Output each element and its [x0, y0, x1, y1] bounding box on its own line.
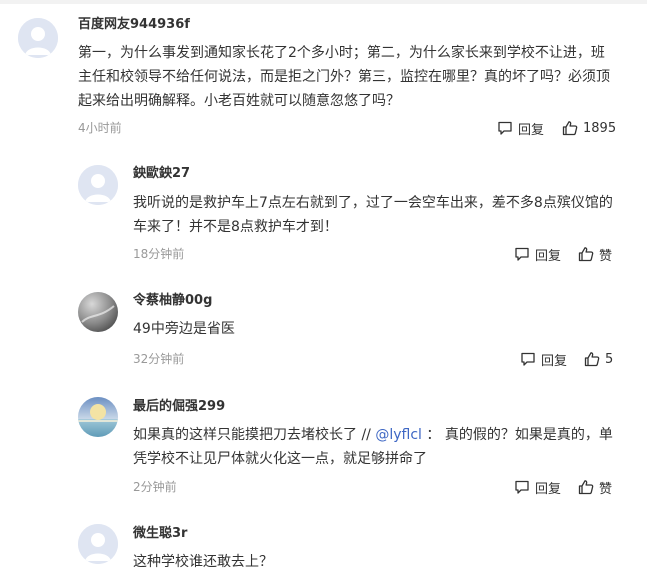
top-divider: [0, 0, 647, 4]
avatar[interactable]: [78, 165, 118, 205]
avatar[interactable]: [18, 18, 58, 58]
like-count: 1895: [583, 120, 617, 136]
comment-text: 49中旁边是省医: [133, 321, 235, 337]
reply-button[interactable]: 回复: [514, 244, 561, 264]
username[interactable]: 鉠歐鉠27: [133, 165, 190, 183]
thumbs-up-icon: [584, 351, 600, 367]
like-label: 赞: [599, 481, 613, 497]
thumbs-up-icon: [562, 120, 578, 136]
reply-button[interactable]: 回复: [520, 349, 567, 369]
like-button[interactable]: 赞: [578, 244, 612, 264]
avatar[interactable]: [78, 524, 118, 564]
comment-bubble-icon: [520, 351, 536, 367]
comment-time: 18分钟前: [133, 247, 185, 261]
like-label: 赞: [599, 248, 613, 264]
comment-text: 我听说的是救护车上7点左右就到了，过了一会空车出来，差不多8点殡仪馆的车来了！并…: [133, 195, 613, 235]
reply-button[interactable]: 回复: [514, 477, 561, 497]
comment-text-part: 如果真的这样只能摸把刀去堵校长了 //: [133, 427, 376, 443]
comment-time: 32分钟前: [133, 352, 185, 366]
like-button[interactable]: 1895: [562, 118, 616, 138]
reply-label: 回复: [535, 248, 562, 264]
like-button[interactable]: 5: [584, 349, 613, 369]
avatar[interactable]: [78, 292, 118, 332]
username[interactable]: 最后的倔强299: [133, 398, 225, 416]
thumbs-up-icon: [578, 479, 594, 495]
comment-time: 2分钟前: [133, 480, 177, 494]
like-button[interactable]: 赞: [578, 477, 612, 497]
comment-bubble-icon: [514, 246, 530, 262]
comment-bubble-icon: [514, 479, 530, 495]
reply-label: 回复: [535, 481, 562, 497]
avatar[interactable]: [78, 397, 118, 437]
comment-bubble-icon: [497, 120, 513, 136]
comment-time: 4小时前: [78, 121, 122, 135]
reply-label: 回复: [541, 353, 568, 369]
reply-button[interactable]: 回复: [497, 118, 544, 138]
mention-link[interactable]: @lyflcl: [375, 427, 422, 443]
comment-text: 第一，为什么事发到通知家长花了2个多小时；第二，为什么家长来到学校不让进，班主任…: [78, 45, 610, 109]
username[interactable]: 微生聪3r: [133, 525, 187, 543]
reply-label: 回复: [518, 122, 545, 138]
username[interactable]: 百度网友944936f: [78, 16, 190, 34]
thumbs-up-icon: [578, 246, 594, 262]
comment-text: 这种学校谁还敢去上？: [133, 554, 273, 570]
like-count: 5: [605, 351, 614, 367]
comment-text: 如果真的这样只能摸把刀去堵校长了 // @lyflcl ： 真的假的？如果是真的…: [133, 423, 623, 471]
username[interactable]: 令蔡柚静00g: [133, 292, 212, 310]
